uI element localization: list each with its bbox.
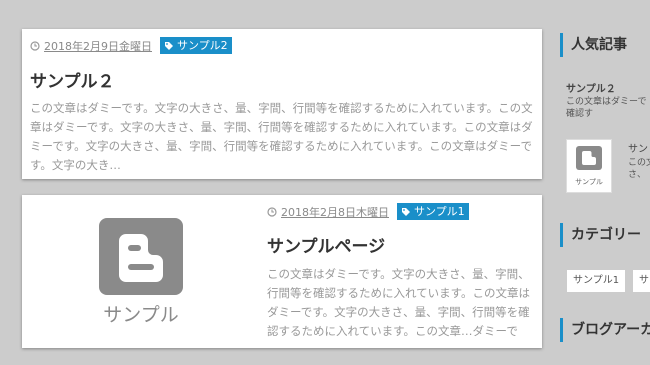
post-thumbnail[interactable]: サンプル xyxy=(22,195,260,348)
post-date-link[interactable]: 2018年2月8日木曜日 xyxy=(281,204,389,220)
thumb-label: サンプル xyxy=(575,178,603,186)
category-tag-label: サンプル2 xyxy=(177,39,228,52)
post-card[interactable]: 2018年2月9日金曜日 サンプル2 サンプル２ この文章はダミーです。文字の大… xyxy=(22,29,542,179)
archive-heading: ブログアーカ xyxy=(560,318,650,342)
category-tag[interactable]: サンプル2 xyxy=(160,37,232,54)
tag-icon xyxy=(165,41,173,50)
post-meta: 2018年2月8日木曜日 サンプル1 xyxy=(267,203,469,220)
popular-post-title[interactable]: サン xyxy=(628,140,648,155)
clock-icon xyxy=(267,206,277,217)
blogger-logo-icon xyxy=(99,218,183,295)
post-title[interactable]: サンプルページ xyxy=(267,232,385,257)
thumb-label: サンプル xyxy=(103,304,178,326)
popular-post-title[interactable]: サンプル２ xyxy=(566,80,616,95)
post-card[interactable]: サンプル 2018年2月8日木曜日 サンプル1 サンプルページ この文章はダミー… xyxy=(22,195,542,348)
post-excerpt: この文章はダミーです。文字の大きさ、量、字間、行間等を確認するために入れています… xyxy=(30,101,533,172)
category-tag[interactable]: サンプル1 xyxy=(397,203,469,220)
post-excerpt: この文章はダミーです。文字の大きさ、量、字間、行間等を確認するために入れています… xyxy=(267,267,531,338)
category-tag-label: サンプル1 xyxy=(414,205,465,218)
post-title[interactable]: サンプル２ xyxy=(30,67,115,92)
categories-heading: カテゴリー xyxy=(560,223,650,247)
post-date-link[interactable]: 2018年2月9日金曜日 xyxy=(44,38,152,54)
blogger-logo-icon: サンプル xyxy=(575,146,603,186)
sidebar-category-tag[interactable]: サンプル1 xyxy=(566,269,627,293)
post-meta: 2018年2月9日金曜日 サンプル2 xyxy=(30,37,232,54)
clock-icon xyxy=(30,40,40,51)
popular-post-snippet: この文 きさ、 xyxy=(628,158,650,180)
popular-posts-heading: 人気記事 xyxy=(560,33,650,57)
popular-post-thumbnail[interactable]: サンプル xyxy=(566,139,612,193)
tag-icon xyxy=(402,207,410,216)
popular-post-snippet: この文章はダミーで 間、行間等を確認す xyxy=(566,97,650,119)
sidebar-category-tag[interactable]: サ xyxy=(632,269,650,293)
sidebar: 人気記事 サンプル２ この文章はダミーで 間、行間等を確認す サンプル サン こ… xyxy=(560,0,650,365)
